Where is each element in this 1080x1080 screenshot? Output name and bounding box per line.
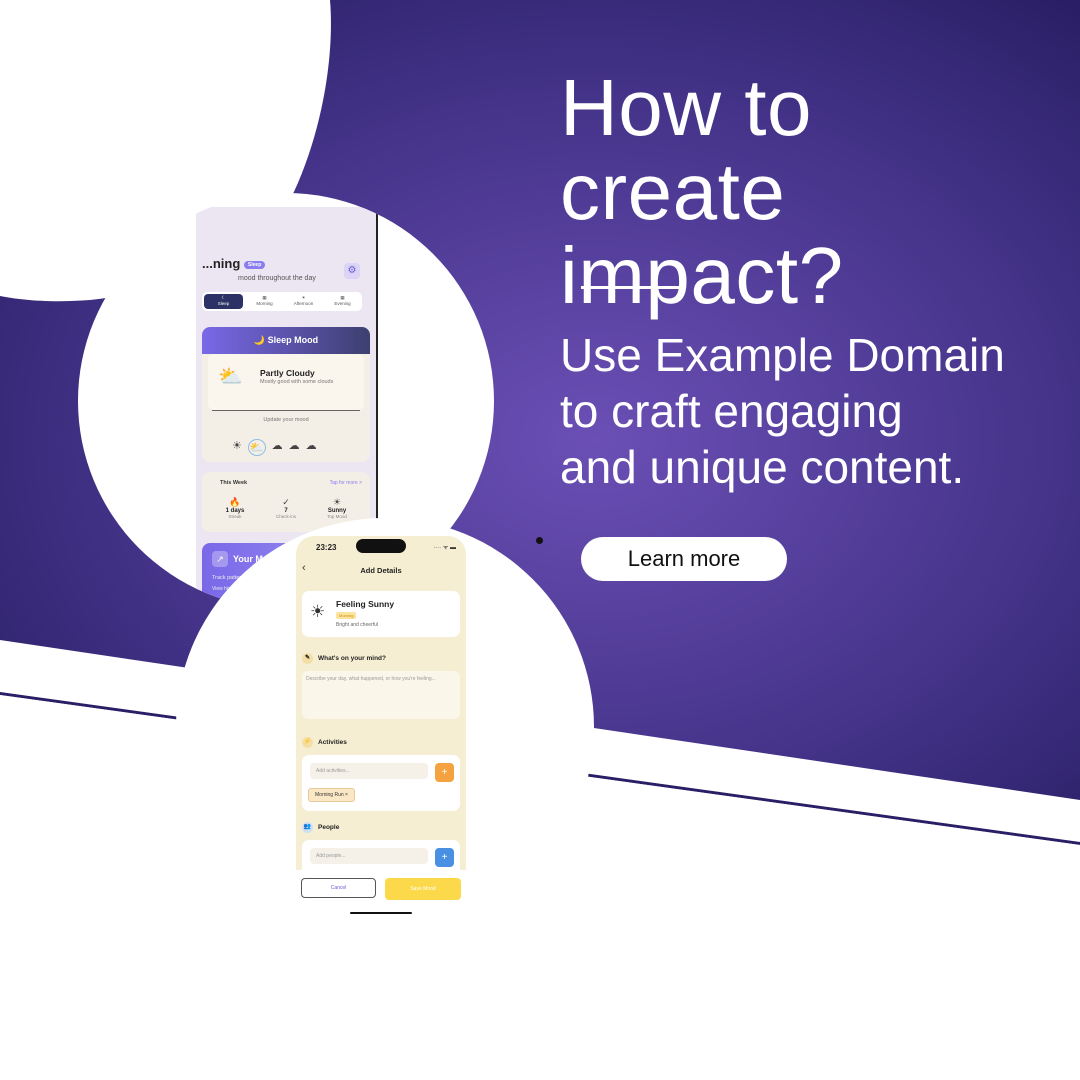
mood-choices: ☀ ⛅ ☁ ☁ ☁ bbox=[232, 439, 317, 456]
status-time: 23:23 bbox=[316, 543, 337, 552]
phone-mockup-details: 23:23 ···· ᯤ ▬ ‹ Add Details ☀ Feeling S… bbox=[176, 518, 594, 936]
flame-icon: 🔥 bbox=[229, 497, 241, 507]
people-input[interactable]: Add people... bbox=[310, 848, 428, 864]
partly-cloudy-choice-icon[interactable]: ⛅ bbox=[247, 439, 266, 456]
activities-section-title: ⚡ Activities bbox=[302, 737, 347, 748]
week-more-link[interactable]: Tap for more > bbox=[330, 480, 362, 486]
cloud-icon[interactable]: ☁ bbox=[272, 439, 283, 456]
sun-small-icon: ☀ bbox=[332, 497, 342, 507]
subheadline-line-2: to craft engaging bbox=[560, 385, 903, 437]
subheadline-line-3: and unique content. bbox=[560, 441, 965, 493]
headline-line-1: How to create bbox=[560, 63, 812, 236]
partly-cloudy-icon: ⛅ bbox=[218, 366, 243, 388]
headline-line-2: impact? bbox=[560, 231, 844, 320]
condition-subtitle: Mostly good with some clouds bbox=[260, 379, 334, 385]
tab-evening[interactable]: ▦ Evening bbox=[323, 292, 362, 311]
tab-afternoon[interactable]: ☀ Afternoon bbox=[284, 292, 323, 311]
greeting-badge: Sleep bbox=[243, 260, 266, 269]
activity-chip[interactable]: Morning Run × bbox=[308, 788, 355, 802]
status-icons: ···· ᯤ ▬ bbox=[433, 545, 456, 551]
home-indicator bbox=[350, 912, 412, 914]
mind-section-title: ✎ What's on your mind? bbox=[302, 653, 386, 664]
tab-morning[interactable]: ▦ Morning bbox=[245, 292, 284, 311]
activities-input[interactable]: Add activities... bbox=[310, 763, 428, 779]
headline-divider bbox=[581, 286, 684, 289]
add-person-button[interactable]: + bbox=[435, 848, 454, 867]
lightbulb-icon: ✎ bbox=[302, 653, 313, 664]
people-card: Add people... + bbox=[302, 840, 460, 870]
save-mood-button[interactable]: Save Mood bbox=[385, 878, 461, 900]
activities-card: Add activities... + Morning Run × bbox=[302, 755, 460, 811]
headline: How to create impact? bbox=[560, 66, 1060, 318]
selected-mood-card: ☀ Feeling Sunny Morning Bright and cheer… bbox=[302, 591, 460, 637]
week-title: This Week bbox=[220, 480, 248, 486]
tab-sleep[interactable]: ☾ Sleep bbox=[204, 294, 243, 309]
lightning-icon: ⚡ bbox=[302, 737, 313, 748]
greeting-title: ...ning bbox=[202, 256, 241, 271]
storm-cloud-icon[interactable]: ☁ bbox=[306, 439, 317, 456]
divider bbox=[212, 410, 360, 411]
subheadline-line-1: Use Example Domain bbox=[560, 329, 1005, 381]
journal-textarea[interactable]: Describe your day, what happened, or how… bbox=[302, 671, 460, 719]
subheadline: Use Example Domain to craft engaging and… bbox=[560, 327, 1070, 495]
update-mood-label: Update your mood bbox=[263, 417, 309, 423]
add-activity-button[interactable]: + bbox=[435, 763, 454, 782]
bullet-dot bbox=[536, 537, 543, 544]
cancel-button[interactable]: Cancel bbox=[301, 878, 376, 898]
gear-icon[interactable]: ⚙ bbox=[344, 263, 360, 279]
add-details-screen: 23:23 ···· ᯤ ▬ ‹ Add Details ☀ Feeling S… bbox=[296, 536, 466, 918]
check-icon: ✓ bbox=[282, 497, 290, 507]
sun-icon[interactable]: ☀ bbox=[232, 439, 242, 456]
sleep-mood-card: 🌙 Sleep Mood ⛅ Partly Cloudy Mostly good… bbox=[202, 327, 370, 462]
stat-streak: 🔥 1 days Streak bbox=[210, 497, 260, 519]
footer-actions: Cancel Save Mood bbox=[296, 870, 466, 918]
trend-icon: ↗ bbox=[212, 551, 228, 567]
mood-title: Feeling Sunny bbox=[336, 599, 395, 609]
learn-more-button[interactable]: Learn more bbox=[581, 537, 787, 581]
mood-subtitle: Bright and cheerful bbox=[336, 622, 378, 628]
screen-title: Add Details bbox=[360, 566, 402, 575]
promo-canvas: ...ning Sleep mood throughout the day ⚙ … bbox=[0, 0, 1080, 1080]
stat-checkins: ✓ 7 Check-ins bbox=[261, 497, 311, 519]
time-of-day-tabs: ☾ Sleep ▦ Morning ☀ Afternoon ▦ Evening bbox=[202, 292, 362, 311]
mood-tag: Morning bbox=[336, 612, 357, 619]
dynamic-island bbox=[356, 539, 406, 553]
sun-icon: ☀ bbox=[310, 602, 326, 621]
people-section-title: 👥 People bbox=[302, 822, 340, 833]
rain-cloud-icon[interactable]: ☁ bbox=[289, 439, 300, 456]
condition-title: Partly Cloudy bbox=[260, 368, 315, 378]
stat-top-mood: ☀ Sunny Top Mood bbox=[312, 497, 362, 519]
greeting-subtitle: mood throughout the day bbox=[238, 275, 316, 282]
people-icon: 👥 bbox=[302, 822, 313, 833]
card-title: 🌙 Sleep Mood bbox=[202, 327, 370, 354]
